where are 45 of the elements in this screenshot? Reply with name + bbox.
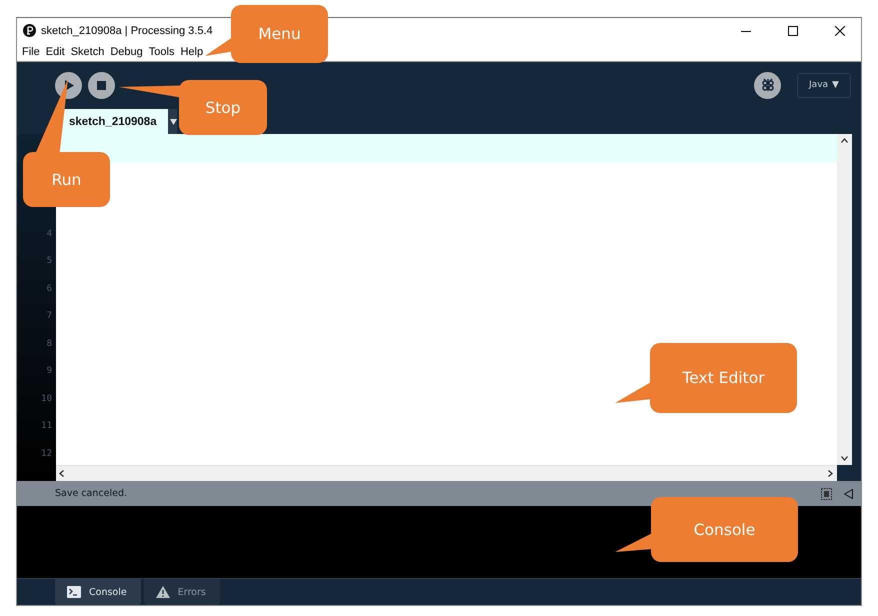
line-number: 5	[46, 255, 53, 268]
menu-item[interactable]: File	[19, 46, 43, 58]
line-number: 11	[40, 420, 53, 433]
line-number: 7	[46, 310, 53, 323]
callout-label: Stop	[205, 98, 241, 116]
console-tab[interactable]: Console	[55, 579, 141, 605]
line-number: 4	[46, 228, 53, 240]
app-logo-icon	[23, 24, 36, 37]
menu-item[interactable]: Tools	[146, 46, 178, 58]
status-message: Save canceled.	[55, 488, 128, 499]
menu-item[interactable]: Help	[177, 46, 206, 58]
menu-item[interactable]: Sketch	[68, 46, 108, 58]
scroll-left-icon[interactable]	[59, 470, 64, 477]
callout-label: Run	[52, 170, 82, 188]
scroll-up-icon[interactable]	[841, 138, 848, 143]
horizontal-scrollbar[interactable]	[56, 465, 837, 481]
line-number: 6	[46, 282, 53, 296]
line-number: 10	[40, 392, 53, 406]
line-number: 8	[46, 338, 53, 350]
callout-label: Console	[694, 520, 756, 538]
console-tab[interactable]: Errors	[144, 579, 220, 605]
close-icon	[835, 26, 845, 36]
clipboard-icon[interactable]	[821, 488, 832, 500]
bug-icon	[760, 78, 774, 92]
menu-item[interactable]: Edit	[42, 46, 68, 58]
line-number: 9	[46, 365, 53, 378]
caret-icon	[170, 118, 177, 124]
vertical-scrollbar[interactable]	[837, 134, 852, 465]
debug-button[interactable]	[754, 72, 781, 98]
line-number: 12	[40, 448, 53, 460]
menu-item[interactable]: Debug	[107, 46, 146, 58]
callout-label: Text Editor	[682, 369, 765, 387]
collapse-icon[interactable]	[844, 488, 853, 498]
run-button[interactable]	[55, 72, 82, 98]
sketch-tab[interactable]: sketch_210908a	[61, 109, 168, 134]
scroll-right-icon[interactable]	[828, 470, 833, 477]
maximize-icon	[788, 26, 798, 36]
callout-label: Menu	[258, 25, 301, 43]
terminal-icon	[67, 586, 81, 598]
scroll-down-icon[interactable]	[841, 456, 848, 461]
window-title: sketch_210908a | Processing 3.5.4	[41, 24, 213, 36]
stop-button[interactable]	[88, 72, 115, 98]
warning-icon	[156, 586, 170, 598]
mode-dropdown[interactable]: Java ▼	[797, 72, 851, 98]
stop-icon	[97, 80, 106, 90]
